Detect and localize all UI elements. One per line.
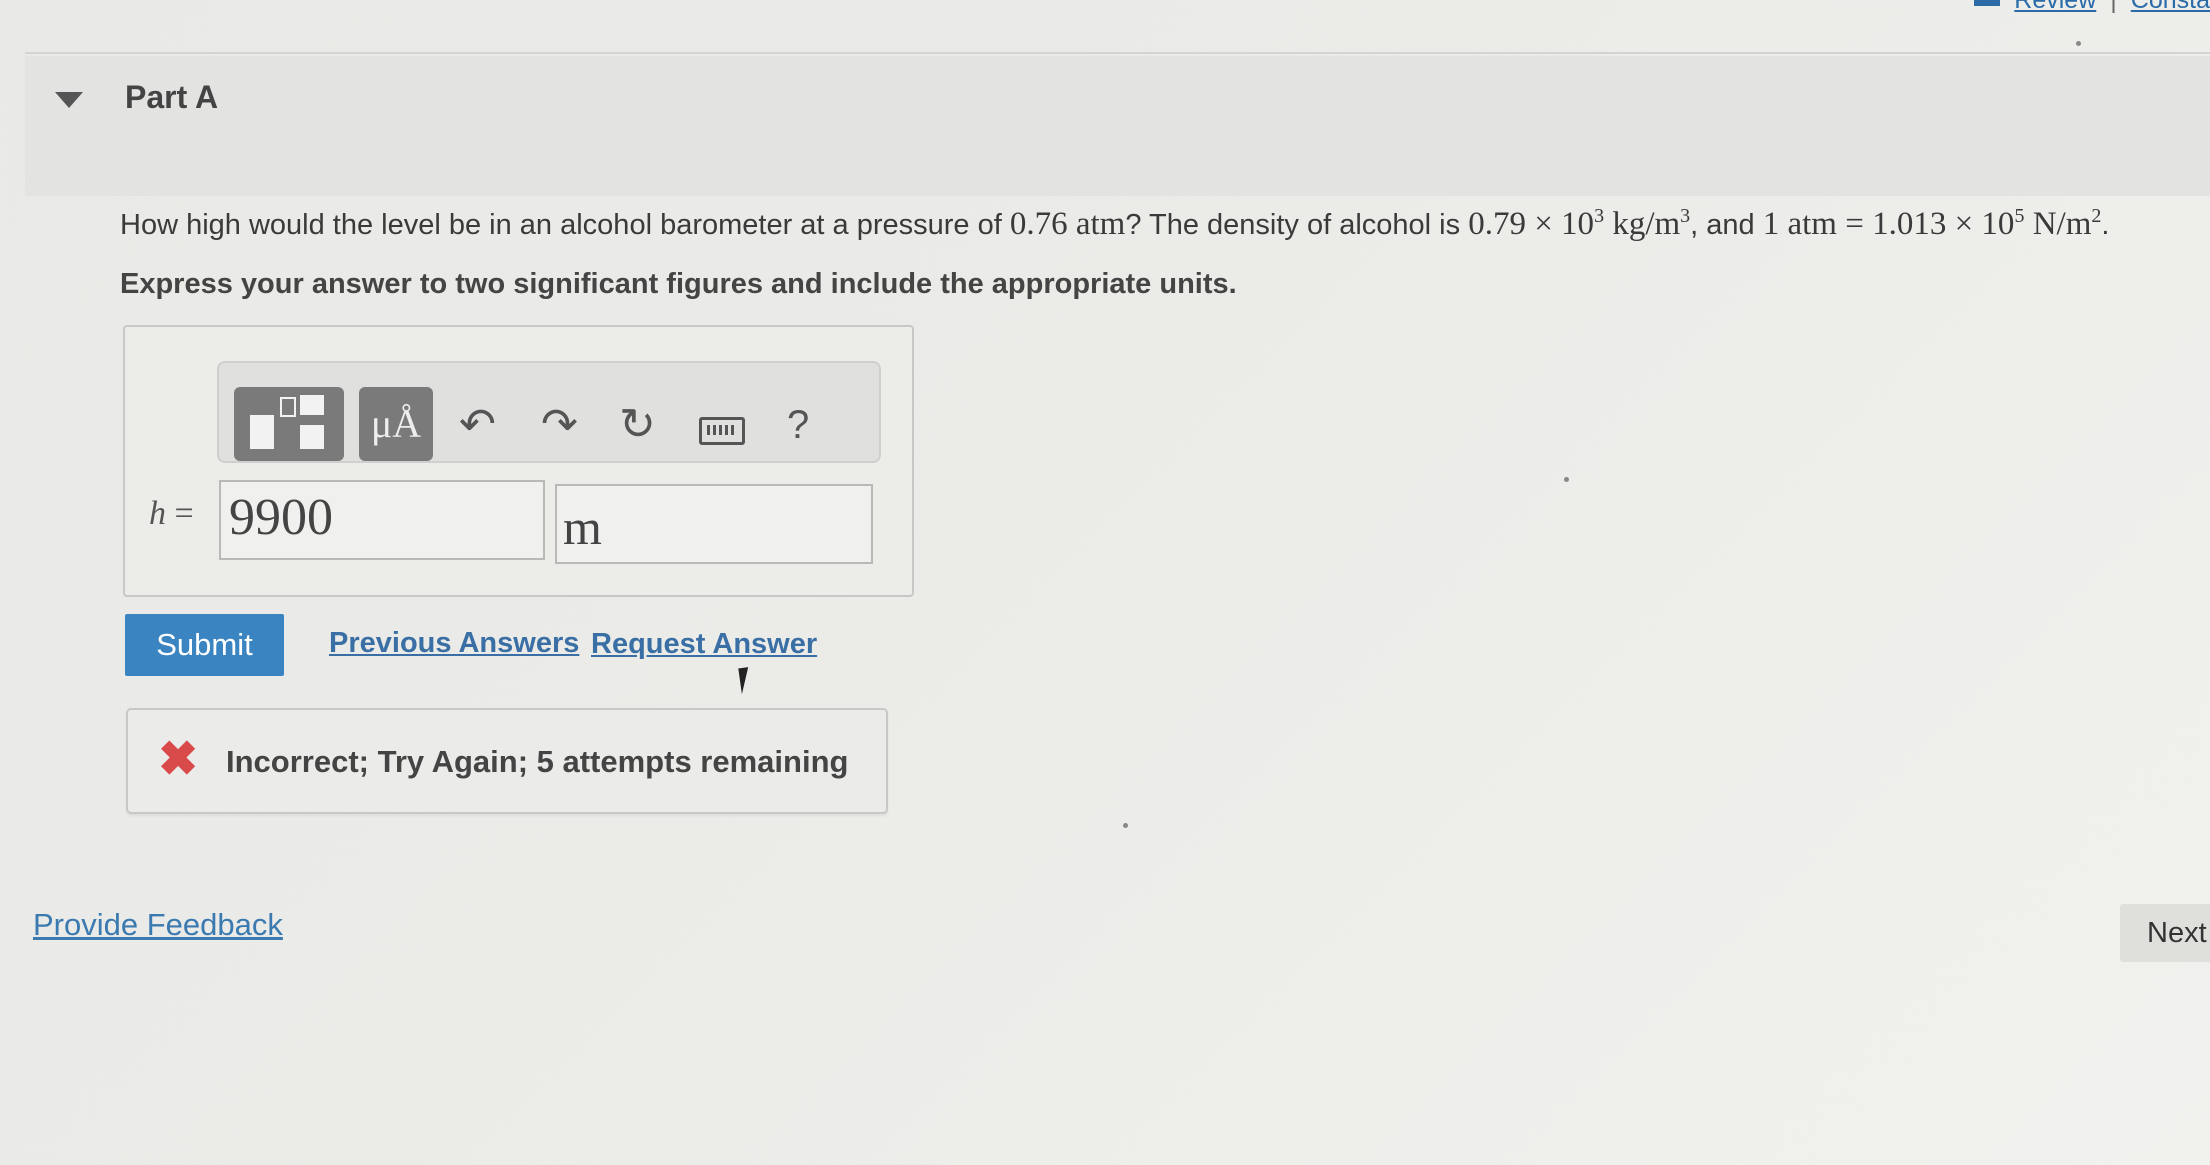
divider — [25, 52, 2210, 54]
templates-icon — [250, 415, 274, 449]
reset-icon[interactable]: ↻ — [619, 403, 656, 447]
feedback-message: ✖ Incorrect; Try Again; 5 attempts remai… — [126, 708, 888, 814]
templates-button[interactable] — [234, 387, 344, 461]
variable-label: h = — [149, 495, 194, 532]
submit-button[interactable]: Submit — [125, 614, 284, 676]
math-toolbar: μÅ ↶ ↷ ↻ ? — [217, 361, 881, 463]
keyboard-icon[interactable] — [699, 417, 745, 445]
density-value: 0.79 × 103 kg/m3 — [1468, 205, 1691, 242]
answer-unit-input[interactable]: m — [555, 484, 873, 564]
speck — [1123, 823, 1128, 828]
question-text: How high would the level be in an alcoho… — [120, 205, 2110, 242]
help-icon[interactable]: ? — [787, 403, 809, 447]
instruction-text: Express your answer to two significant f… — [120, 268, 1237, 300]
part-header[interactable]: Part A — [25, 56, 2210, 196]
top-nav: Review | Consta — [1974, 0, 2210, 15]
speck — [1564, 477, 1569, 482]
answer-value-input[interactable]: 9900 — [219, 480, 545, 560]
redo-icon[interactable]: ↷ — [541, 403, 578, 447]
review-icon — [1974, 0, 2001, 6]
speck — [2076, 41, 2081, 46]
collapse-caret-icon[interactable] — [55, 92, 83, 108]
units-button[interactable]: μÅ — [359, 387, 433, 461]
feedback-text: Incorrect; Try Again; 5 attempts remaini… — [226, 744, 849, 779]
provide-feedback-link[interactable]: Provide Feedback — [33, 907, 283, 943]
part-title: Part A — [125, 78, 219, 115]
constants-link[interactable]: Consta — [2131, 0, 2210, 15]
previous-answers-link[interactable]: Previous Answers — [329, 627, 579, 660]
request-answer-link[interactable]: Request Answer — [591, 628, 817, 661]
answer-box: μÅ ↶ ↷ ↻ ? h = 9900 m — [123, 325, 914, 597]
atm-conversion: 1 atm = 1.013 × 105 N/m2 — [1762, 205, 2102, 242]
undo-icon[interactable]: ↶ — [459, 403, 496, 447]
mouse-cursor-icon — [738, 665, 762, 695]
answer-actions: Submit Previous Answers Request Answer — [125, 614, 845, 676]
review-link[interactable]: Review — [2014, 0, 2096, 15]
next-button[interactable]: Next — [2120, 904, 2210, 962]
nav-separator: | — [2110, 0, 2117, 14]
pressure-value: 0.76 atm — [1009, 206, 1126, 242]
incorrect-icon: ✖ — [158, 733, 199, 786]
